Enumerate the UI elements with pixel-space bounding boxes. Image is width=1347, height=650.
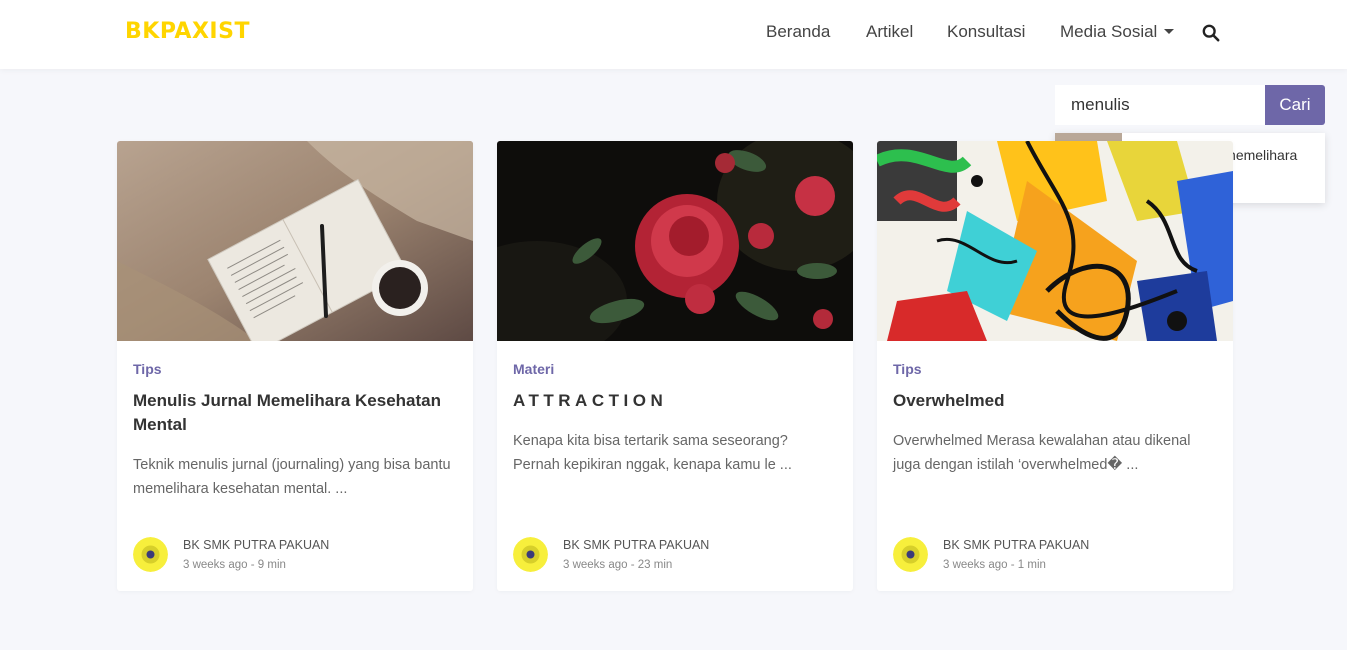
article-image [877,141,1233,341]
article-card[interactable]: Materi ATTRACTION Kenapa kita bisa terta… [497,141,853,591]
author-avatar [133,537,168,572]
search-icon[interactable] [1202,24,1220,42]
article-meta: 3 weeks ago - 1 min [943,559,1046,571]
navbar: BKPAXIST Beranda Artikel Konsultasi Medi… [0,0,1347,69]
article-category[interactable]: Tips [133,361,162,377]
nav-item-konsultasi[interactable]: Konsultasi [947,22,1025,42]
search-form: Cari [1055,85,1325,125]
author-name: BK SMK PUTRA PAKUAN [183,538,330,552]
author-name: BK SMK PUTRA PAKUAN [563,538,710,552]
article-title[interactable]: Overwhelmed [893,389,1223,413]
article-meta: 3 weeks ago - 23 min [563,559,673,571]
article-image [497,141,853,341]
brand-logo[interactable]: BKPAXIST [125,19,250,44]
author-avatar [893,537,928,572]
nav-dropdown-label: Media Sosial [1060,22,1158,41]
article-category[interactable]: Materi [513,361,554,377]
article-excerpt: Kenapa kita bisa tertarik sama seseorang… [513,433,792,473]
caret-down-icon [1164,29,1175,34]
search-input[interactable] [1055,85,1265,125]
author-avatar [513,537,548,572]
article-title[interactable]: Menulis Jurnal Memelihara Kesehatan Ment… [133,389,463,437]
article-category[interactable]: Tips [893,361,922,377]
author-name: BK SMK PUTRA PAKUAN [943,538,1090,552]
article-title[interactable]: ATTRACTION [513,389,843,413]
article-image [117,141,473,341]
article-card[interactable]: Tips Overwhelmed Overwhelmed Merasa kewa… [877,141,1233,591]
nav-item-artikel[interactable]: Artikel [866,22,913,42]
nav-item-beranda[interactable]: Beranda [766,22,830,42]
nav-item-media-sosial[interactable]: Media Sosial [1060,22,1175,42]
article-card[interactable]: Tips Menulis Jurnal Memelihara Kesehatan… [117,141,473,591]
article-excerpt: Teknik menulis jurnal (journaling) yang … [133,457,451,497]
article-meta: 3 weeks ago - 9 min [183,559,286,571]
article-excerpt: Overwhelmed Merasa kewalahan atau dikena… [893,433,1191,473]
search-button[interactable]: Cari [1265,85,1325,125]
